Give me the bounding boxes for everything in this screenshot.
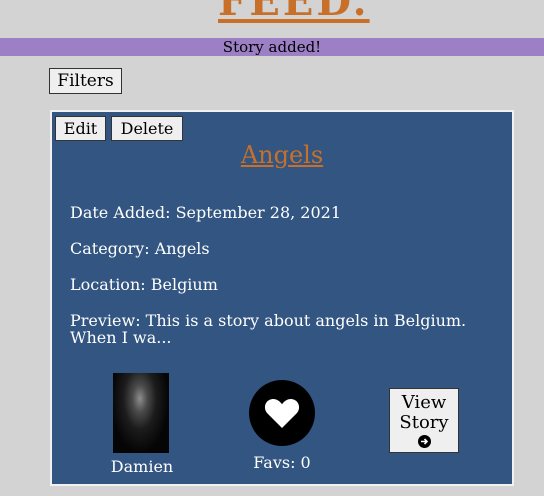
story-category: Category: Angels	[70, 239, 210, 258]
page-title: FEED.	[218, 0, 370, 25]
author-name: Damien	[110, 457, 174, 476]
favourite-count: Favs: 0	[253, 453, 311, 472]
story-card: Edit Delete Angels Date Added: September…	[50, 110, 514, 486]
view-story-button[interactable]: View Story	[389, 388, 459, 453]
view-story-label-line1: View	[401, 392, 447, 413]
alert-bar: Story added!	[0, 38, 544, 56]
view-story-label-line2: Story	[399, 412, 449, 433]
story-title-link[interactable]: Angels	[52, 141, 512, 169]
story-preview: Preview: This is a story about angels in…	[70, 311, 467, 347]
edit-button[interactable]: Edit	[55, 116, 106, 141]
favourite-button[interactable]	[249, 380, 315, 446]
heart-icon	[264, 399, 300, 428]
delete-button[interactable]: Delete	[111, 116, 183, 141]
story-location: Location: Belgium	[70, 275, 218, 294]
arrow-right-circle-icon	[417, 435, 431, 448]
story-date-added: Date Added: September 28, 2021	[70, 203, 342, 222]
author-avatar	[113, 373, 169, 453]
filters-button[interactable]: Filters	[49, 68, 122, 94]
